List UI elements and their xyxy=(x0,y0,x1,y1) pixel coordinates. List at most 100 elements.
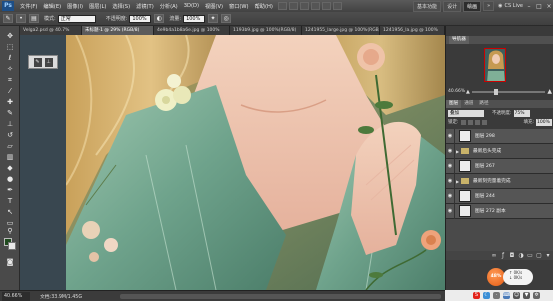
screen-mode-button[interactable] xyxy=(332,2,342,10)
expand-arrow-icon[interactable]: ▶ xyxy=(455,179,460,184)
layer-row[interactable]: ◉ 图层 298 xyxy=(446,129,553,144)
mini-bridge-button[interactable] xyxy=(288,2,298,10)
history-brush-tool-icon[interactable]: ↺ xyxy=(5,131,15,139)
tab-channels[interactable]: 通道 xyxy=(461,100,476,108)
layer-group-row[interactable]: ◉ ▶ 最新后头完成 xyxy=(446,143,553,159)
expand-arrow-icon[interactable]: ▶ xyxy=(455,149,460,154)
menu-file[interactable]: 文件(F) xyxy=(17,3,40,10)
menu-analysis[interactable]: 分析(A) xyxy=(157,3,181,10)
cs-live-button[interactable]: ◉ CS Live xyxy=(498,3,523,9)
menu-window[interactable]: 窗口(W) xyxy=(226,3,252,10)
menu-select[interactable]: 选择(S) xyxy=(109,3,133,10)
menu-3d[interactable]: 3D(D) xyxy=(181,3,202,9)
visibility-eye-icon[interactable]: ◉ xyxy=(446,203,455,219)
navigator-tab[interactable]: 导航器 xyxy=(449,36,469,44)
layer-opacity-field[interactable]: 75% xyxy=(513,109,530,117)
visibility-eye-icon[interactable]: ◉ xyxy=(446,129,455,144)
shirt-icon[interactable]: ▼ xyxy=(523,292,530,299)
horizontal-scrollbar[interactable] xyxy=(120,293,441,299)
doc-tab[interactable]: 1241955_large.jpg @ 100%(RGB/8) xyxy=(302,26,380,35)
doc-tab[interactable]: 1241956_la.jpg @ 100% xyxy=(380,26,445,35)
fill-field[interactable]: 100% xyxy=(536,118,552,126)
background-color-swatch[interactable] xyxy=(8,242,16,250)
mode-select[interactable]: 正常 xyxy=(57,14,96,23)
opacity-field[interactable]: 100% xyxy=(129,14,152,23)
doc-tab[interactable]: Velga2.psd @ 40.7% xyxy=(20,26,82,35)
path-selection-tool-icon[interactable]: ↖ xyxy=(5,208,15,216)
minimize-icon[interactable]: – xyxy=(525,3,533,10)
quick-select-tool-icon[interactable]: ✧ xyxy=(5,65,15,73)
input-method-icon[interactable]: S xyxy=(473,292,480,299)
layer-row[interactable]: ◉ 图层 267 xyxy=(446,158,553,174)
navigator-thumbnail[interactable] xyxy=(484,48,506,82)
network-speed-widget[interactable]: 48% ↑ 0K/s ↓ 0K/s xyxy=(487,265,535,289)
crop-tool-icon[interactable]: ⌗ xyxy=(5,76,15,84)
zoom-in-icon[interactable]: ▲ xyxy=(547,88,552,95)
link-icon[interactable]: ∞ xyxy=(491,252,497,259)
doc-tab-active[interactable]: 未标题-1 @ 29% (RGB/8) xyxy=(82,26,154,35)
menu-layer[interactable]: 图层(L) xyxy=(86,3,109,10)
navigator-zoom-slider[interactable] xyxy=(471,88,546,95)
healing-brush-tool-icon[interactable]: ✚ xyxy=(5,98,15,106)
document-canvas[interactable] xyxy=(66,35,445,290)
clone-stamp-tool-icon[interactable]: ⊥ xyxy=(5,120,15,128)
doc-tab[interactable]: 4e9b4a1b8a6e.jpg @ 100% xyxy=(154,26,230,35)
folder-icon[interactable]: ▭ xyxy=(527,252,533,259)
dodge-tool-icon[interactable]: ● xyxy=(5,175,15,183)
marquee-tool-icon[interactable]: ⬚ xyxy=(5,43,15,51)
menu-help[interactable]: 帮助(H) xyxy=(252,3,276,10)
zoom-tool-icon[interactable]: ⚲ xyxy=(5,227,15,235)
navigator-zoom-value[interactable]: 40.66% xyxy=(448,89,466,94)
visibility-eye-icon[interactable]: ◉ xyxy=(446,188,455,204)
lock-all-icon[interactable] xyxy=(481,119,487,125)
hand-tool-button[interactable] xyxy=(310,2,320,10)
brush-tool-icon[interactable]: ✎ xyxy=(5,109,15,117)
tablet-size-icon[interactable]: ◎ xyxy=(221,14,232,23)
arrange-documents-button[interactable] xyxy=(321,2,331,10)
flow-field[interactable]: 100% xyxy=(183,14,206,23)
tab-paths[interactable]: 路径 xyxy=(476,100,491,108)
visibility-eye-icon[interactable]: ◉ xyxy=(446,158,455,174)
visibility-eye-icon[interactable]: ◉ xyxy=(446,173,455,189)
fx-icon[interactable]: ƒ xyxy=(500,252,506,259)
brush-presets-icon[interactable]: ✎ xyxy=(33,57,42,67)
trash-icon[interactable]: ▾ xyxy=(545,252,551,259)
brush-size-icon[interactable]: • xyxy=(16,14,26,23)
move-tool-icon[interactable]: ✥ xyxy=(5,32,15,40)
maximize-icon[interactable]: □ xyxy=(535,3,543,10)
blur-tool-icon[interactable]: ◆ xyxy=(5,164,15,172)
gradient-tool-icon[interactable]: ▥ xyxy=(5,153,15,161)
layer-row[interactable]: ◉ 图层 244 xyxy=(446,188,553,204)
quick-mask-icon[interactable]: ◙ xyxy=(5,258,15,266)
eyedropper-tool-icon[interactable]: ⁄ xyxy=(5,87,15,95)
adjustment-icon[interactable]: ◑ xyxy=(518,252,524,259)
moon-icon[interactable]: ☾ xyxy=(483,292,490,299)
tab-layers[interactable]: 图层 xyxy=(446,100,462,108)
eraser-tool-icon[interactable]: ▱ xyxy=(5,142,15,150)
workspace-essentials[interactable]: 基本功能 xyxy=(413,0,442,12)
lock-transparency-icon[interactable] xyxy=(460,119,466,125)
mask-icon[interactable]: ◘ xyxy=(509,252,515,259)
close-icon[interactable]: × xyxy=(545,3,553,10)
tablet-opacity-icon[interactable]: ◐ xyxy=(154,14,165,23)
visibility-eye-icon[interactable]: ◉ xyxy=(446,143,455,159)
clone-source-icon[interactable]: ⊥ xyxy=(44,57,53,67)
doc-tab[interactable]: 1193b9.jpg @ 100%(RGB/8) xyxy=(230,26,302,35)
workspace-more[interactable]: » xyxy=(483,1,495,11)
document-size[interactable]: 文档:33.9M/1.45G xyxy=(40,293,82,300)
layer-row[interactable]: ◉ 图层 272 副本 xyxy=(446,203,553,219)
shape-tool-icon[interactable]: ▭ xyxy=(5,219,15,227)
menu-image[interactable]: 图像(I) xyxy=(64,3,86,10)
menu-edit[interactable]: 编辑(E) xyxy=(40,3,64,10)
zoom-slider-knob[interactable] xyxy=(493,88,498,95)
brush-tool-preset-icon[interactable]: ✎ xyxy=(3,14,13,23)
menu-view[interactable]: 视图(V) xyxy=(202,3,226,10)
zoom-level-field[interactable]: 40.66% xyxy=(2,291,30,301)
menu-filter[interactable]: 滤镜(T) xyxy=(133,3,157,10)
zoom-out-icon[interactable]: ▲ xyxy=(466,89,470,95)
pen-tool-icon[interactable]: ✒ xyxy=(5,186,15,194)
blend-mode-select[interactable]: 叠加 xyxy=(448,109,484,117)
dot-icon[interactable]: · xyxy=(493,292,500,299)
keyboard-icon[interactable]: ⌨ xyxy=(503,292,510,299)
airbrush-icon[interactable]: ✦ xyxy=(208,14,219,23)
